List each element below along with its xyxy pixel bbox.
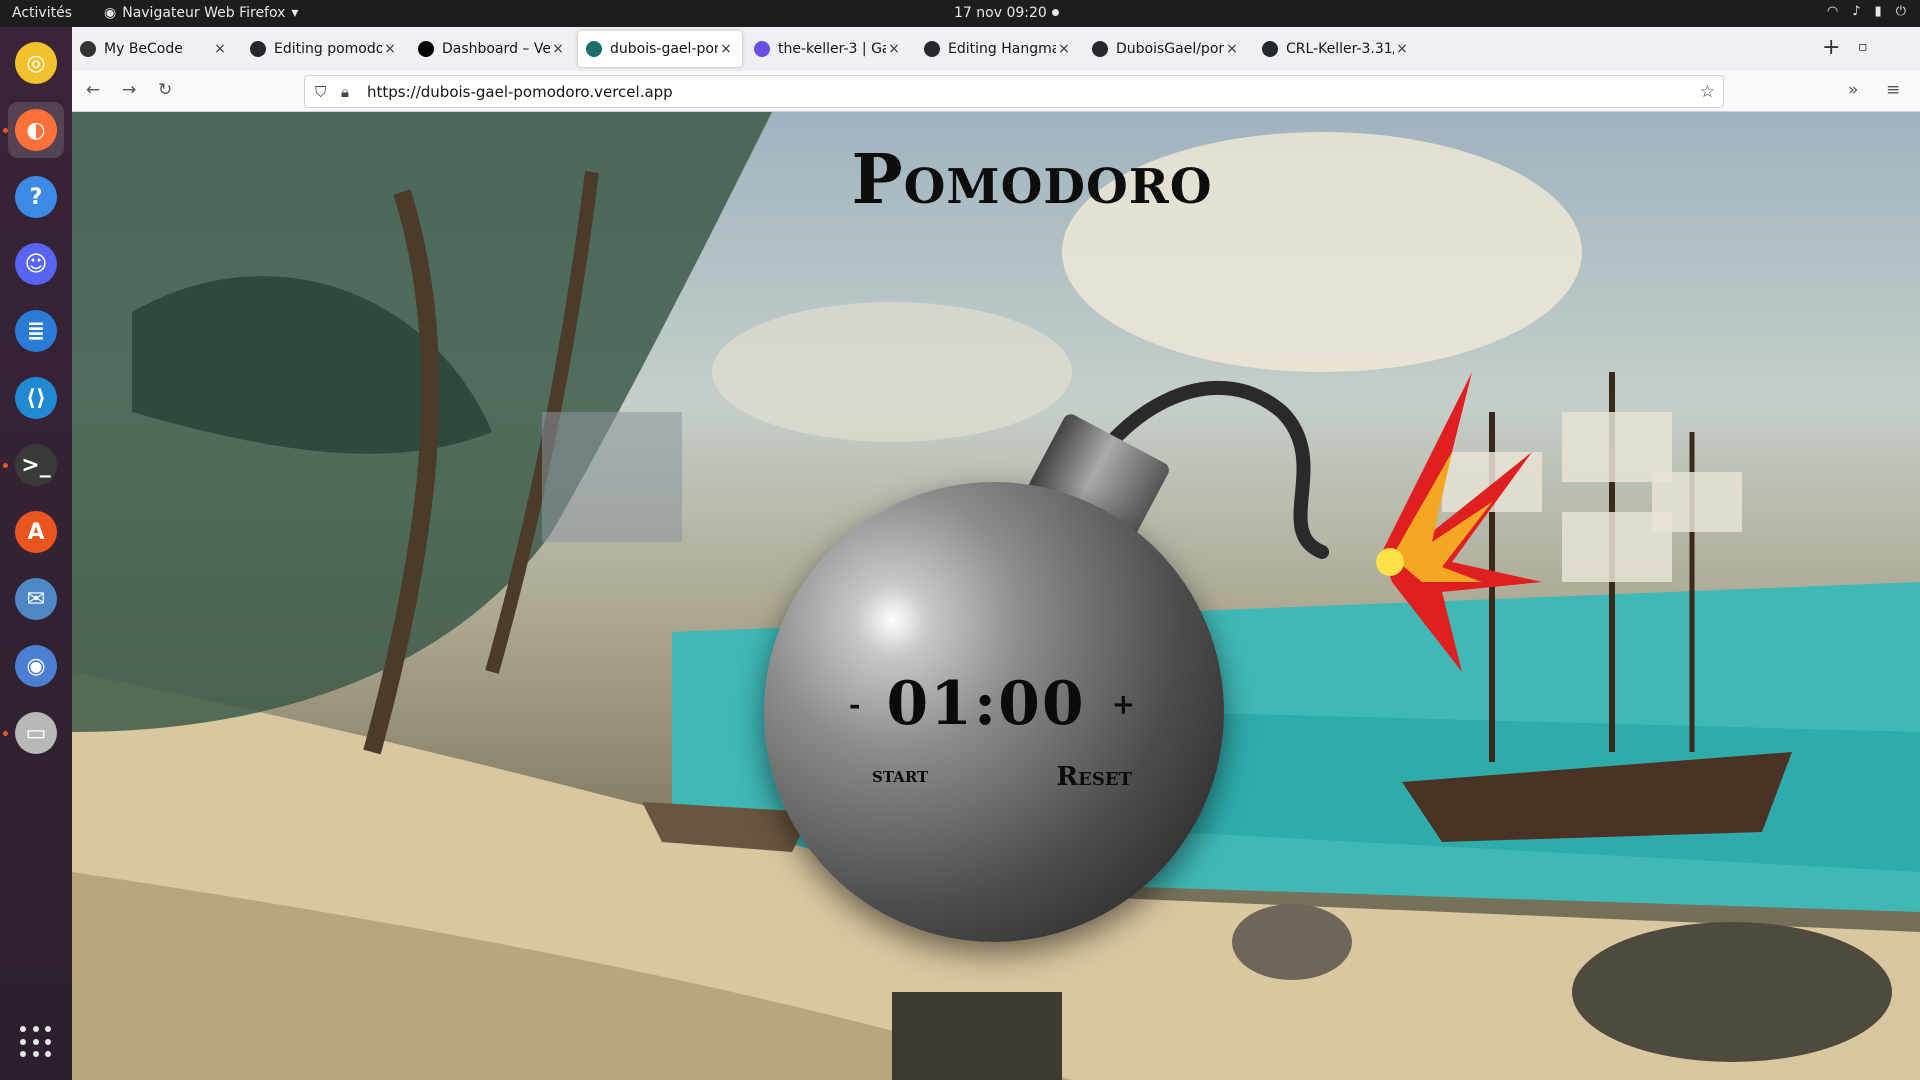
increase-time-button[interactable]: + — [1112, 688, 1135, 721]
timer-digits: 01:00 — [886, 669, 1086, 739]
show-applications-icon[interactable] — [20, 1026, 52, 1058]
tab-favicon-icon — [80, 41, 96, 57]
help-icon: ? — [15, 176, 57, 218]
dock-chromium[interactable]: ◉ — [8, 638, 64, 694]
restore-icon[interactable]: ▫ — [1858, 39, 1868, 55]
tab-close-icon[interactable]: × — [1056, 41, 1072, 57]
tab-favicon-icon — [1092, 41, 1108, 57]
overflow-chevrons-icon[interactable]: » — [1848, 80, 1858, 100]
tab-favicon-icon — [754, 41, 770, 57]
tab-title: Editing pomodoro/README — [274, 41, 382, 57]
url-text[interactable]: https://dubois-gael-pomodoro.vercel.app — [367, 83, 673, 101]
dock-software[interactable]: A — [8, 504, 64, 560]
decrease-time-button[interactable]: - — [849, 688, 861, 721]
app-menu[interactable]: ◉ Navigateur Web Firefox ▾ — [104, 5, 298, 21]
battery-icon: ▮ — [1874, 4, 1882, 19]
tab-title: dubois-gael-pomodoro — [610, 41, 718, 57]
browser-tab[interactable]: CRL-Keller-3.31/README× — [1254, 31, 1418, 67]
firefox-icon: ◐ — [15, 109, 57, 151]
browser-tab[interactable]: Dashboard – Vercel× — [410, 31, 574, 67]
tab-close-icon[interactable]: × — [382, 41, 398, 57]
dock-thunderbird[interactable]: ✉ — [8, 571, 64, 627]
tab-title: CRL-Keller-3.31/README — [1286, 41, 1394, 57]
page-title: Pomodoro — [851, 140, 1213, 220]
tab-close-icon[interactable]: × — [212, 41, 228, 57]
browser-tab[interactable]: dubois-gael-pomodoro× — [578, 31, 742, 67]
rhythmbox-icon: ◎ — [15, 42, 57, 84]
dock-vscode[interactable]: ⟨⟩ — [8, 370, 64, 426]
chevron-down-icon: ▾ — [291, 5, 299, 21]
tab-title: My BeCode — [104, 41, 183, 57]
tab-title: Editing Hangman/README — [948, 41, 1056, 57]
tab-favicon-icon — [924, 41, 940, 57]
dock-libreoffice-writer[interactable]: ≣ — [8, 303, 64, 359]
tab-favicon-icon — [1262, 41, 1278, 57]
dock-firefox[interactable]: ◐ — [8, 102, 64, 158]
browser-tab[interactable]: Editing Hangman/README× — [916, 31, 1080, 67]
navigation-bar: ← → ↻ ⛉ 🔒︎ https://dubois-gael-pomodoro.… — [72, 71, 1920, 112]
timer-controls: start Reset — [872, 762, 1132, 792]
forward-icon[interactable]: → — [122, 80, 136, 100]
tab-title: the-keller-3 | Gather — [778, 41, 886, 57]
app-menu-label: Navigateur Web Firefox — [122, 5, 286, 21]
notification-dot — [1052, 9, 1059, 16]
dock-files[interactable]: ▭ — [8, 705, 64, 761]
reload-icon[interactable]: ↻ — [158, 80, 172, 100]
discord-icon: ☺ — [15, 243, 57, 285]
libreoffice-writer-icon: ≣ — [15, 310, 57, 352]
tab-strip: My BeCode×Editing pomodoro/README×Dashbo… — [72, 27, 1920, 71]
power-icon: ⏻ — [1895, 4, 1906, 19]
dock: ◎ ◐? ☺ ≣ ⟨⟩ >_ A ✉ ◉ ▭ — [0, 27, 72, 1080]
dock-help[interactable]: ? — [8, 169, 64, 225]
browser-tab[interactable]: the-keller-3 | Gather× — [746, 31, 910, 67]
browser-tab[interactable]: DuboisGael/pomodoro× — [1084, 31, 1248, 67]
running-indicator — [3, 463, 8, 468]
wifi-icon: ◠ — [1826, 4, 1839, 19]
tab-close-icon[interactable]: × — [1394, 41, 1410, 57]
software-icon: A — [15, 511, 57, 553]
back-icon[interactable]: ← — [86, 80, 100, 100]
lock-icon[interactable]: 🔒︎ — [341, 83, 357, 101]
tab-title: DuboisGael/pomodoro — [1116, 41, 1224, 57]
timer-display: - 01:00 + — [812, 669, 1172, 739]
tab-favicon-icon — [418, 41, 434, 57]
shield-icon[interactable]: ⛉ — [315, 83, 331, 101]
dock-terminal[interactable]: >_ — [8, 437, 64, 493]
vscode-icon: ⟨⟩ — [15, 377, 57, 419]
tab-title: Dashboard – Vercel — [442, 41, 550, 57]
browser-tab[interactable]: My BeCode × — [72, 31, 236, 67]
system-tray[interactable]: ◠ ♪ ▮ ⏻ — [1827, 4, 1906, 19]
running-indicator — [3, 731, 8, 736]
tab-favicon-icon — [586, 41, 602, 57]
start-button[interactable]: start — [872, 762, 928, 792]
files-icon: ▭ — [15, 712, 57, 754]
activities-button[interactable]: Activités — [12, 5, 72, 21]
terminal-icon: >_ — [15, 444, 57, 486]
url-bar[interactable]: ⛉ 🔒︎ https://dubois-gael-pomodoro.vercel… — [304, 75, 1724, 108]
minimize-icon[interactable]: – — [1828, 39, 1835, 55]
system-top-bar: Activités ◉ Navigateur Web Firefox ▾ 17 … — [0, 0, 1920, 27]
page-content: Pomodoro - 01:00 + start Reset — [72, 112, 1920, 1080]
reset-button[interactable]: Reset — [1057, 762, 1132, 792]
tab-close-icon[interactable]: × — [886, 41, 902, 57]
hamburger-menu-icon[interactable]: ≡ — [1886, 80, 1900, 100]
volume-icon: ♪ — [1852, 4, 1861, 19]
clock[interactable]: 17 nov 09:20 — [954, 5, 1047, 21]
chromium-icon: ◉ — [15, 645, 57, 687]
tab-favicon-icon — [250, 41, 266, 57]
tab-close-icon[interactable]: × — [1224, 41, 1240, 57]
bookmark-star-icon[interactable]: ☆ — [1700, 82, 1715, 102]
thunderbird-icon: ✉ — [15, 578, 57, 620]
firefox-icon: ◉ — [104, 5, 117, 21]
browser-tab[interactable]: Editing pomodoro/README× — [242, 31, 406, 67]
running-indicator — [3, 128, 8, 133]
tab-close-icon[interactable]: × — [550, 41, 566, 57]
dock-rhythmbox[interactable]: ◎ — [8, 35, 64, 91]
dock-discord[interactable]: ☺ — [8, 236, 64, 292]
tab-close-icon[interactable]: × — [718, 41, 734, 57]
